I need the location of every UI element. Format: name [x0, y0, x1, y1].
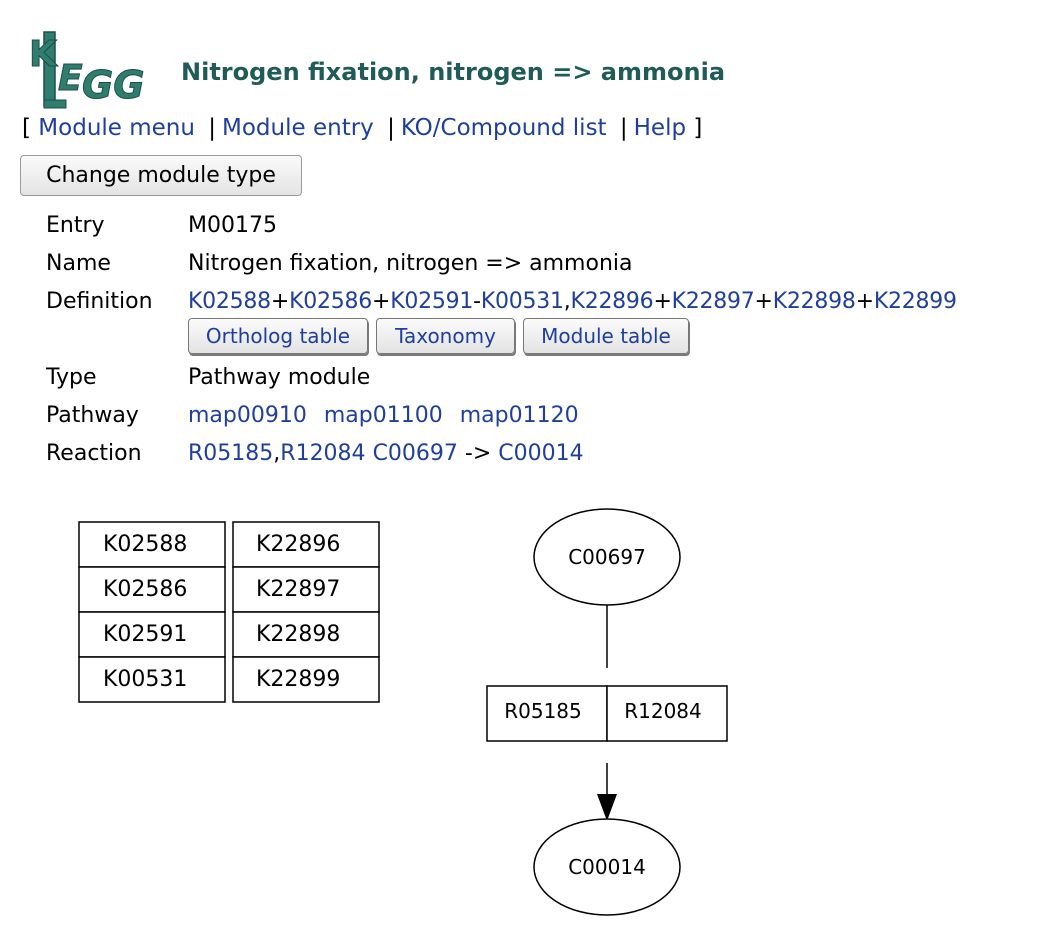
reaction-node-label: R05185: [504, 699, 582, 723]
ko-label: K22898: [256, 622, 340, 647]
ko-label: K02591: [103, 622, 187, 647]
ko-table-right: K22896 K22897 K22898 K22899: [232, 521, 380, 703]
ko-label: K22899: [256, 667, 340, 692]
substrate-compound-label: C00697: [568, 545, 646, 569]
product-compound-label: C00014: [568, 855, 646, 879]
ko-table-left: K02588 K02586 K02591 K00531: [78, 521, 226, 703]
ko-label: K22896: [256, 532, 340, 557]
arrow-head-icon: [597, 794, 617, 821]
module-diagram: K02588 K02586 K02591 K00531 K22896 K2289…: [78, 508, 728, 916]
ko-label: K02586: [103, 577, 187, 602]
ko-label: K22897: [256, 577, 340, 602]
ko-label: K00531: [103, 667, 187, 692]
ko-label: K02588: [103, 532, 187, 557]
reaction-node-label: R12084: [624, 699, 702, 723]
